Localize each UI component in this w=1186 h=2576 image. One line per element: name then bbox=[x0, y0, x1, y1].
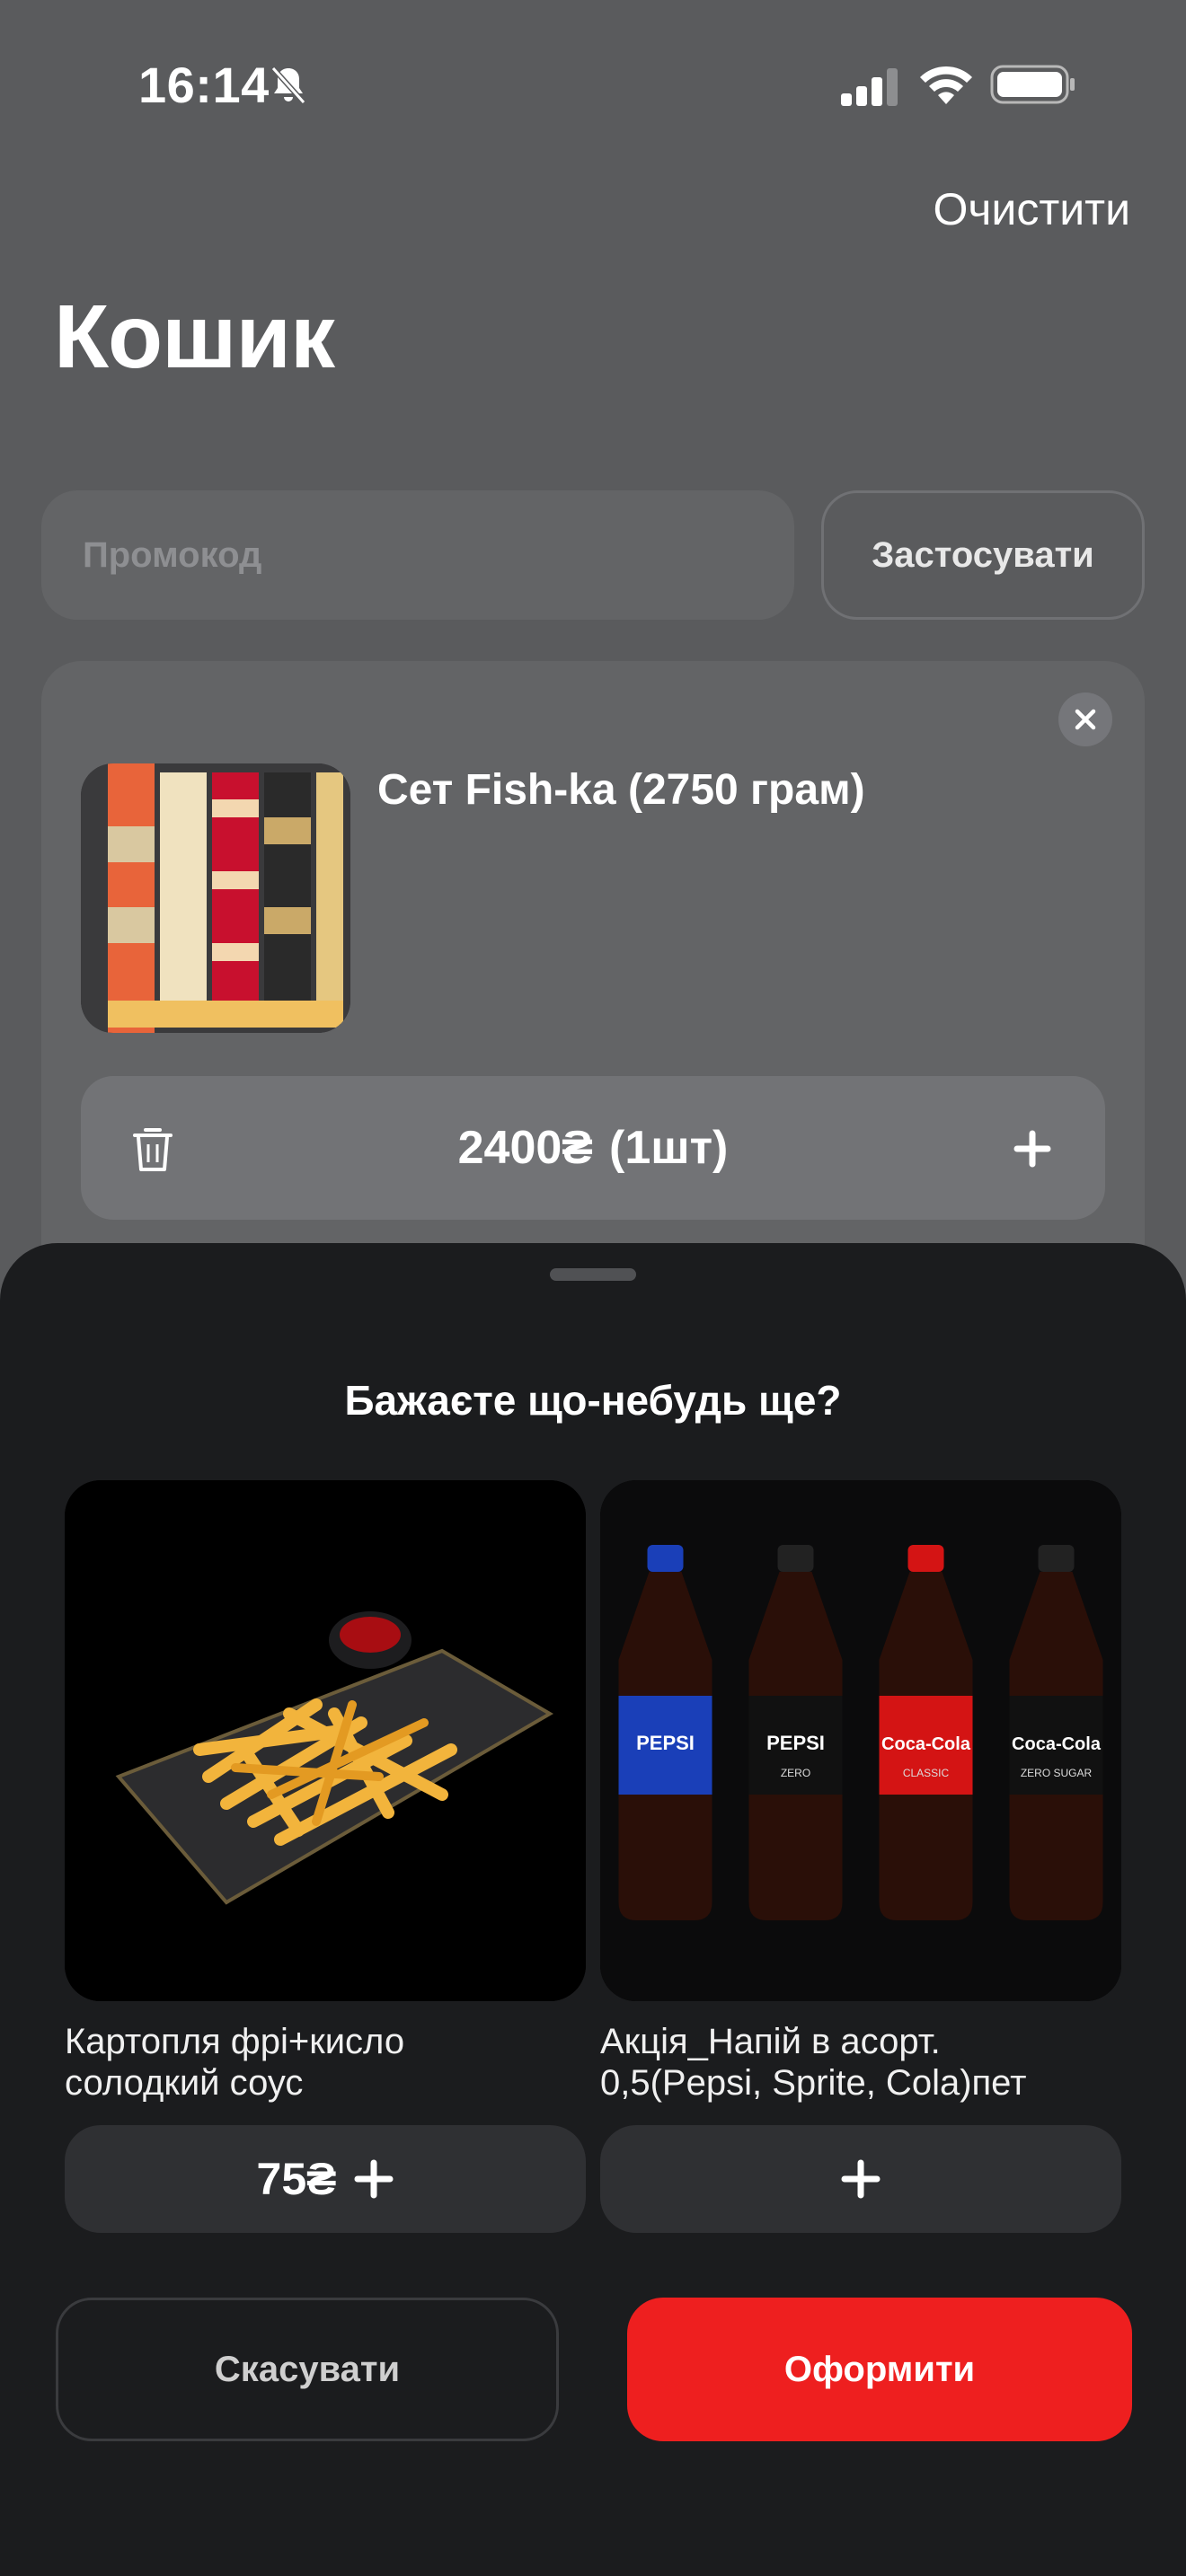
cart-item-quantity: (1шт) bbox=[609, 1122, 729, 1174]
fries-name-line1: Картопля фрі+кисло bbox=[65, 2022, 405, 2061]
sheet-drag-handle[interactable] bbox=[550, 1268, 636, 1281]
status-bar: 16:14 bbox=[0, 0, 1186, 171]
page-title: Кошик bbox=[54, 287, 335, 387]
close-icon bbox=[1075, 709, 1096, 730]
clear-cart-button[interactable]: Очистити bbox=[933, 183, 1130, 235]
cellular-signal-icon bbox=[841, 68, 898, 106]
drinks-product-name: Акція_Напій в асорт. 0,5(Pepsi, Sprite, … bbox=[600, 2021, 1121, 2104]
drink-sub-label: CLASSIC bbox=[903, 1767, 950, 1779]
apply-promo-button[interactable]: Застосувати bbox=[821, 490, 1145, 620]
drink-brand-label: PEPSI bbox=[636, 1732, 695, 1754]
drink-brand-label: Coca-Cola bbox=[881, 1734, 971, 1754]
drinks-name-line1: Акція_Напій в асорт. bbox=[600, 2022, 941, 2061]
increase-quantity-plus-icon[interactable] bbox=[1005, 1121, 1060, 1177]
drink-brand-label: Coca-Cola bbox=[1012, 1734, 1102, 1754]
checkout-button[interactable]: Оформити bbox=[627, 2298, 1132, 2441]
fries-name-line2: солодкий соус bbox=[65, 2063, 304, 2103]
promo-code-input[interactable] bbox=[41, 490, 794, 620]
wifi-icon bbox=[920, 66, 972, 104]
plus-icon bbox=[841, 2159, 881, 2199]
fries-product-image[interactable] bbox=[65, 1480, 586, 2001]
drink-sub-label: ZERO bbox=[781, 1767, 810, 1779]
drink-sub-label: ZERO SUGAR bbox=[1021, 1767, 1093, 1779]
upsell-title: Бажаєте що-небудь ще? bbox=[344, 1377, 842, 1424]
add-fries-button[interactable]: 75₴ bbox=[65, 2125, 586, 2233]
drink-brand-label: PEPSI bbox=[766, 1732, 825, 1754]
fries-price: 75₴ bbox=[256, 2154, 337, 2204]
drinks-name-line2: 0,5(Pepsi, Sprite, Cola)пет bbox=[600, 2063, 1027, 2103]
cart-item-price: 2400₴ bbox=[457, 1122, 593, 1174]
cart-item-name: Сет Fish-ka (2750 грам) bbox=[377, 766, 865, 814]
fries-product-name: Картопля фрі+кисло солодкий соус bbox=[65, 2021, 586, 2104]
add-drinks-button[interactable] bbox=[600, 2125, 1121, 2233]
silent-bell-icon bbox=[270, 66, 306, 105]
drinks-product-image[interactable]: PEPSI PEPSI ZERO Coca-Cola CLASSIC Coca-Cola Z… bbox=[600, 1480, 1121, 2001]
status-time: 16:14 bbox=[138, 57, 270, 113]
plus-icon bbox=[354, 2159, 394, 2199]
battery-icon bbox=[990, 65, 1075, 104]
sushi-set-image bbox=[81, 763, 350, 1033]
cancel-button[interactable]: Скасувати bbox=[56, 2298, 559, 2441]
remove-item-button[interactable] bbox=[1058, 693, 1112, 746]
